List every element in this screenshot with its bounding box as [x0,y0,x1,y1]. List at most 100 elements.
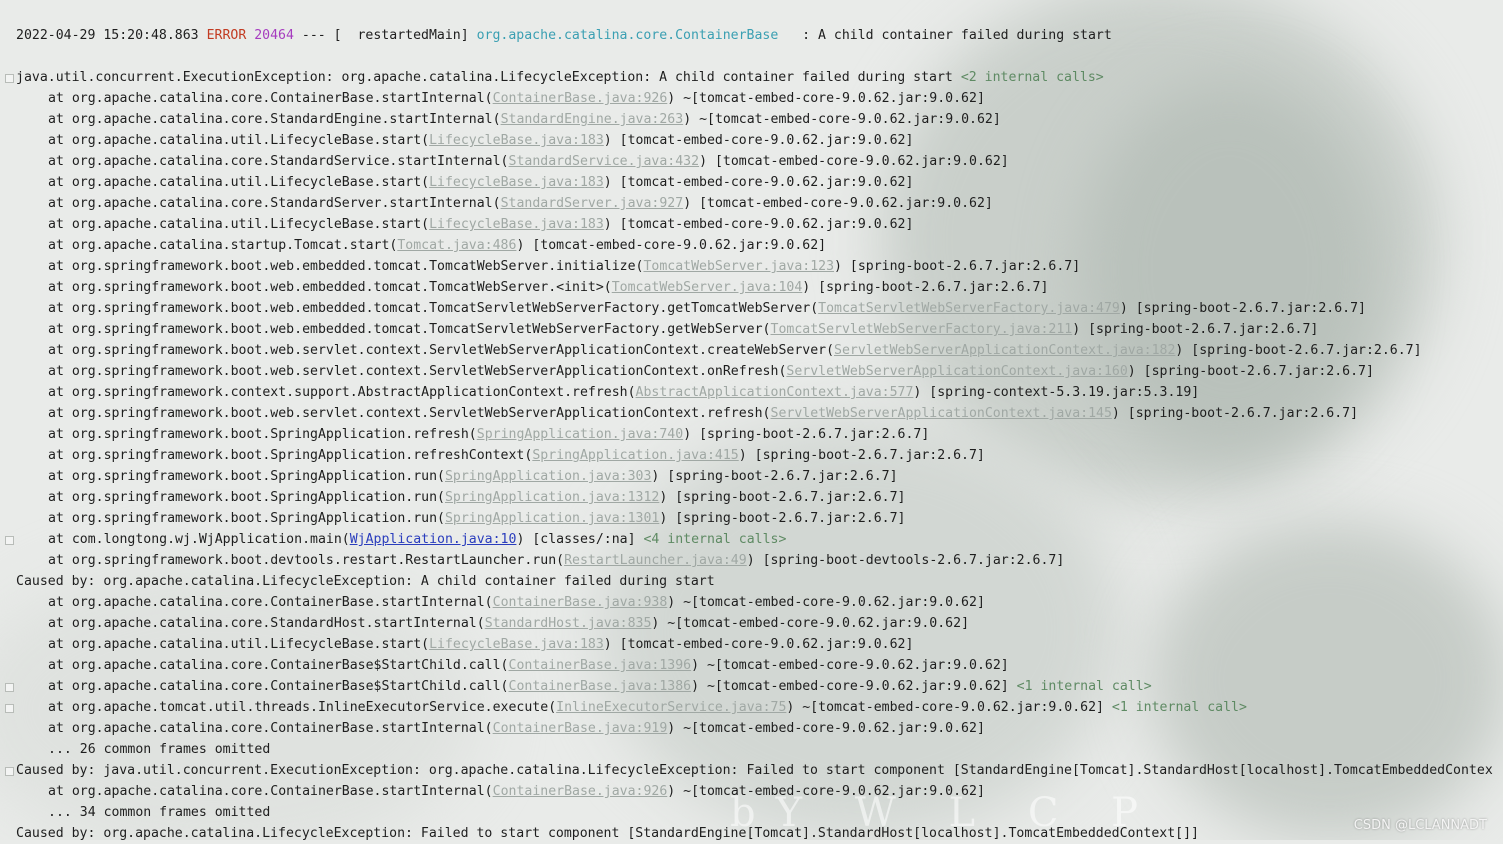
source-link[interactable]: WjApplication.java:10 [350,532,517,547]
log-logger[interactable]: org.apache.catalina.core.ContainerBase [477,28,779,43]
log-header-line: 2022-04-29 15:20:48.863 ERROR 20464 --- … [16,25,1112,46]
stack-line: at org.springframework.boot.SpringApplic… [16,424,929,445]
stack-line: at org.springframework.boot.web.embedded… [16,319,1318,340]
stack-line-jar: ) [tomcat-embed-core-9.0.62.jar:9.0.62] [699,154,1009,169]
log-level: ERROR [206,28,247,43]
stack-line: at org.apache.catalina.core.ContainerBas… [16,592,985,613]
stack-line-text: at org.apache.catalina.core.ContainerBas… [48,595,493,610]
internal-calls-toggle[interactable]: <4 internal calls> [643,532,786,547]
log-message: : A child container failed during start [802,28,1112,43]
fold-toggle-icon[interactable] [5,536,14,545]
stack-line-jar: ) [spring-boot-2.6.7.jar:2.6.7] [659,511,906,526]
stack-line-jar: ) ~[tomcat-embed-core-9.0.62.jar:9.0.62] [667,784,985,799]
stack-line-jar: ) [spring-boot-devtools-2.6.7.jar:2.6.7] [746,553,1065,568]
log-timestamp: 2022-04-29 15:20:48.863 [16,28,199,43]
stack-line-text: Caused by: org.apache.catalina.Lifecycle… [16,826,1199,841]
stack-line-text: at org.apache.catalina.util.LifecycleBas… [48,133,430,148]
source-link[interactable]: ContainerBase.java:919 [493,721,668,736]
source-link[interactable]: ServletWebServerApplicationContext.java:… [771,406,1112,421]
stack-line: ... 26 common frames omitted [16,739,270,760]
source-link[interactable]: Tomcat.java:486 [397,238,516,253]
stack-line: at org.apache.catalina.core.ContainerBas… [16,781,985,802]
source-link[interactable]: LifecycleBase.java:183 [429,217,604,232]
fold-toggle-icon[interactable] [5,74,14,83]
stack-line: at org.springframework.boot.web.embedded… [16,256,1080,277]
stack-line-jar: ) ~[tomcat-embed-core-9.0.62.jar:9.0.62] [651,616,970,631]
source-link[interactable]: SpringApplication.java:415 [532,448,738,463]
stack-line: at org.springframework.boot.devtools.res… [16,550,1064,571]
stack-line-jar: ) [spring-boot-2.6.7.jar:2.6.7] [1119,301,1366,316]
stack-line-jar: ) [tomcat-embed-core-9.0.62.jar:9.0.62] [683,196,993,211]
console-output[interactable]: 2022-04-29 15:20:48.863 ERROR 20464 --- … [0,0,1503,841]
stack-line: at org.springframework.boot.web.embedded… [16,298,1366,319]
source-link[interactable]: ContainerBase.java:1386 [509,679,692,694]
source-link[interactable]: ContainerBase.java:1396 [509,658,692,673]
stack-line-text: at org.springframework.boot.web.embedded… [48,280,612,295]
source-link[interactable]: StandardHost.java:835 [485,616,652,631]
stack-line-text: at org.apache.catalina.core.ContainerBas… [48,784,493,799]
fold-toggle-icon[interactable] [5,767,14,776]
stack-line: at org.apache.catalina.core.StandardEngi… [16,109,1001,130]
source-link[interactable]: ServletWebServerApplicationContext.java:… [786,364,1127,379]
stack-line-text: java.util.concurrent.ExecutionException:… [16,70,961,85]
source-link[interactable]: TomcatWebServer.java:104 [612,280,803,295]
internal-calls-toggle[interactable]: <1 internal call> [1112,700,1247,715]
source-link[interactable]: SpringApplication.java:303 [445,469,651,484]
internal-calls-toggle[interactable]: <2 internal calls> [961,70,1104,85]
source-link[interactable]: ContainerBase.java:938 [493,595,668,610]
stack-line-jar: ) [spring-boot-2.6.7.jar:2.6.7] [1072,322,1319,337]
source-link[interactable]: StandardEngine.java:263 [501,112,684,127]
source-link[interactable]: TomcatServletWebServerFactory.java:211 [771,322,1073,337]
fold-toggle-icon[interactable] [5,683,14,692]
source-link[interactable]: SpringApplication.java:1301 [445,511,659,526]
stack-line-text: ... 34 common frames omitted [48,805,271,820]
source-link[interactable]: LifecycleBase.java:183 [429,133,604,148]
source-link[interactable]: RestartLauncher.java:49 [564,553,747,568]
stack-line-jar: ) [tomcat-embed-core-9.0.62.jar:9.0.62] [603,637,914,652]
stack-line: at org.apache.catalina.util.LifecycleBas… [16,634,913,655]
stack-line-text: at org.apache.tomcat.util.threads.Inline… [48,700,557,715]
stack-line-jar: ) [spring-boot-2.6.7.jar:2.6.7] [738,448,985,463]
stack-line: at org.apache.catalina.util.LifecycleBas… [16,130,913,151]
source-link[interactable]: SpringApplication.java:740 [477,427,683,442]
source-link[interactable]: InlineExecutorService.java:75 [556,700,786,715]
stack-line-jar: ) ~[tomcat-embed-core-9.0.62.jar:9.0.62] [691,679,1017,694]
source-link[interactable]: ContainerBase.java:926 [493,91,668,106]
stack-line: at org.apache.tomcat.util.threads.Inline… [16,697,1247,718]
stack-line-text: at org.springframework.boot.devtools.res… [48,553,565,568]
stack-line: ... 34 common frames omitted [16,802,270,823]
source-link[interactable]: ContainerBase.java:926 [493,784,668,799]
stack-line-jar: ) [spring-boot-2.6.7.jar:2.6.7] [1175,343,1422,358]
stack-line-jar: ) ~[tomcat-embed-core-9.0.62.jar:9.0.62] [691,658,1009,673]
log-pid: 20464 [254,28,294,43]
stack-line: at org.apache.catalina.core.ContainerBas… [16,718,985,739]
stack-line-text: at org.apache.catalina.core.StandardHost… [48,616,485,631]
stack-line: at org.apache.catalina.core.StandardHost… [16,613,969,634]
source-link[interactable]: ServletWebServerApplicationContext.java:… [834,343,1175,358]
source-link[interactable]: StandardService.java:432 [509,154,700,169]
stack-line: at org.apache.catalina.util.LifecycleBas… [16,172,913,193]
source-link[interactable]: AbstractApplicationContext.java:577 [636,385,914,400]
stack-line-jar: ) ~[tomcat-embed-core-9.0.62.jar:9.0.62] [667,595,985,610]
stack-line-text: at org.apache.catalina.util.LifecycleBas… [48,175,430,190]
source-link[interactable]: LifecycleBase.java:183 [429,637,604,652]
source-link[interactable]: TomcatServletWebServerFactory.java:479 [818,301,1120,316]
source-link[interactable]: SpringApplication.java:1312 [445,490,659,505]
stack-line-text: at org.apache.catalina.util.LifecycleBas… [48,217,430,232]
internal-calls-toggle[interactable]: <1 internal call> [1017,679,1152,694]
source-link[interactable]: LifecycleBase.java:183 [429,175,604,190]
stack-line-jar: ) [spring-boot-2.6.7.jar:2.6.7] [802,280,1049,295]
stack-line-jar: ) [spring-boot-2.6.7.jar:2.6.7] [651,469,898,484]
stack-line-text: at org.apache.catalina.core.StandardServ… [48,154,509,169]
source-link[interactable]: StandardServer.java:927 [501,196,684,211]
source-link[interactable]: TomcatWebServer.java:123 [643,259,834,274]
stack-line: at org.springframework.boot.SpringApplic… [16,508,906,529]
fold-toggle-icon[interactable] [5,704,14,713]
stack-line-text: at org.springframework.boot.SpringApplic… [48,469,445,484]
stack-line: at org.apache.catalina.core.StandardServ… [16,193,993,214]
stack-line: at com.longtong.wj.WjApplication.main(Wj… [16,529,786,550]
stack-line-jar: ) [spring-boot-2.6.7.jar:2.6.7] [683,427,930,442]
stack-line-text: at org.springframework.boot.web.embedded… [48,259,644,274]
stack-line: at org.apache.catalina.startup.Tomcat.st… [16,235,826,256]
stack-line-jar: ) [spring-boot-2.6.7.jar:2.6.7] [1127,364,1374,379]
